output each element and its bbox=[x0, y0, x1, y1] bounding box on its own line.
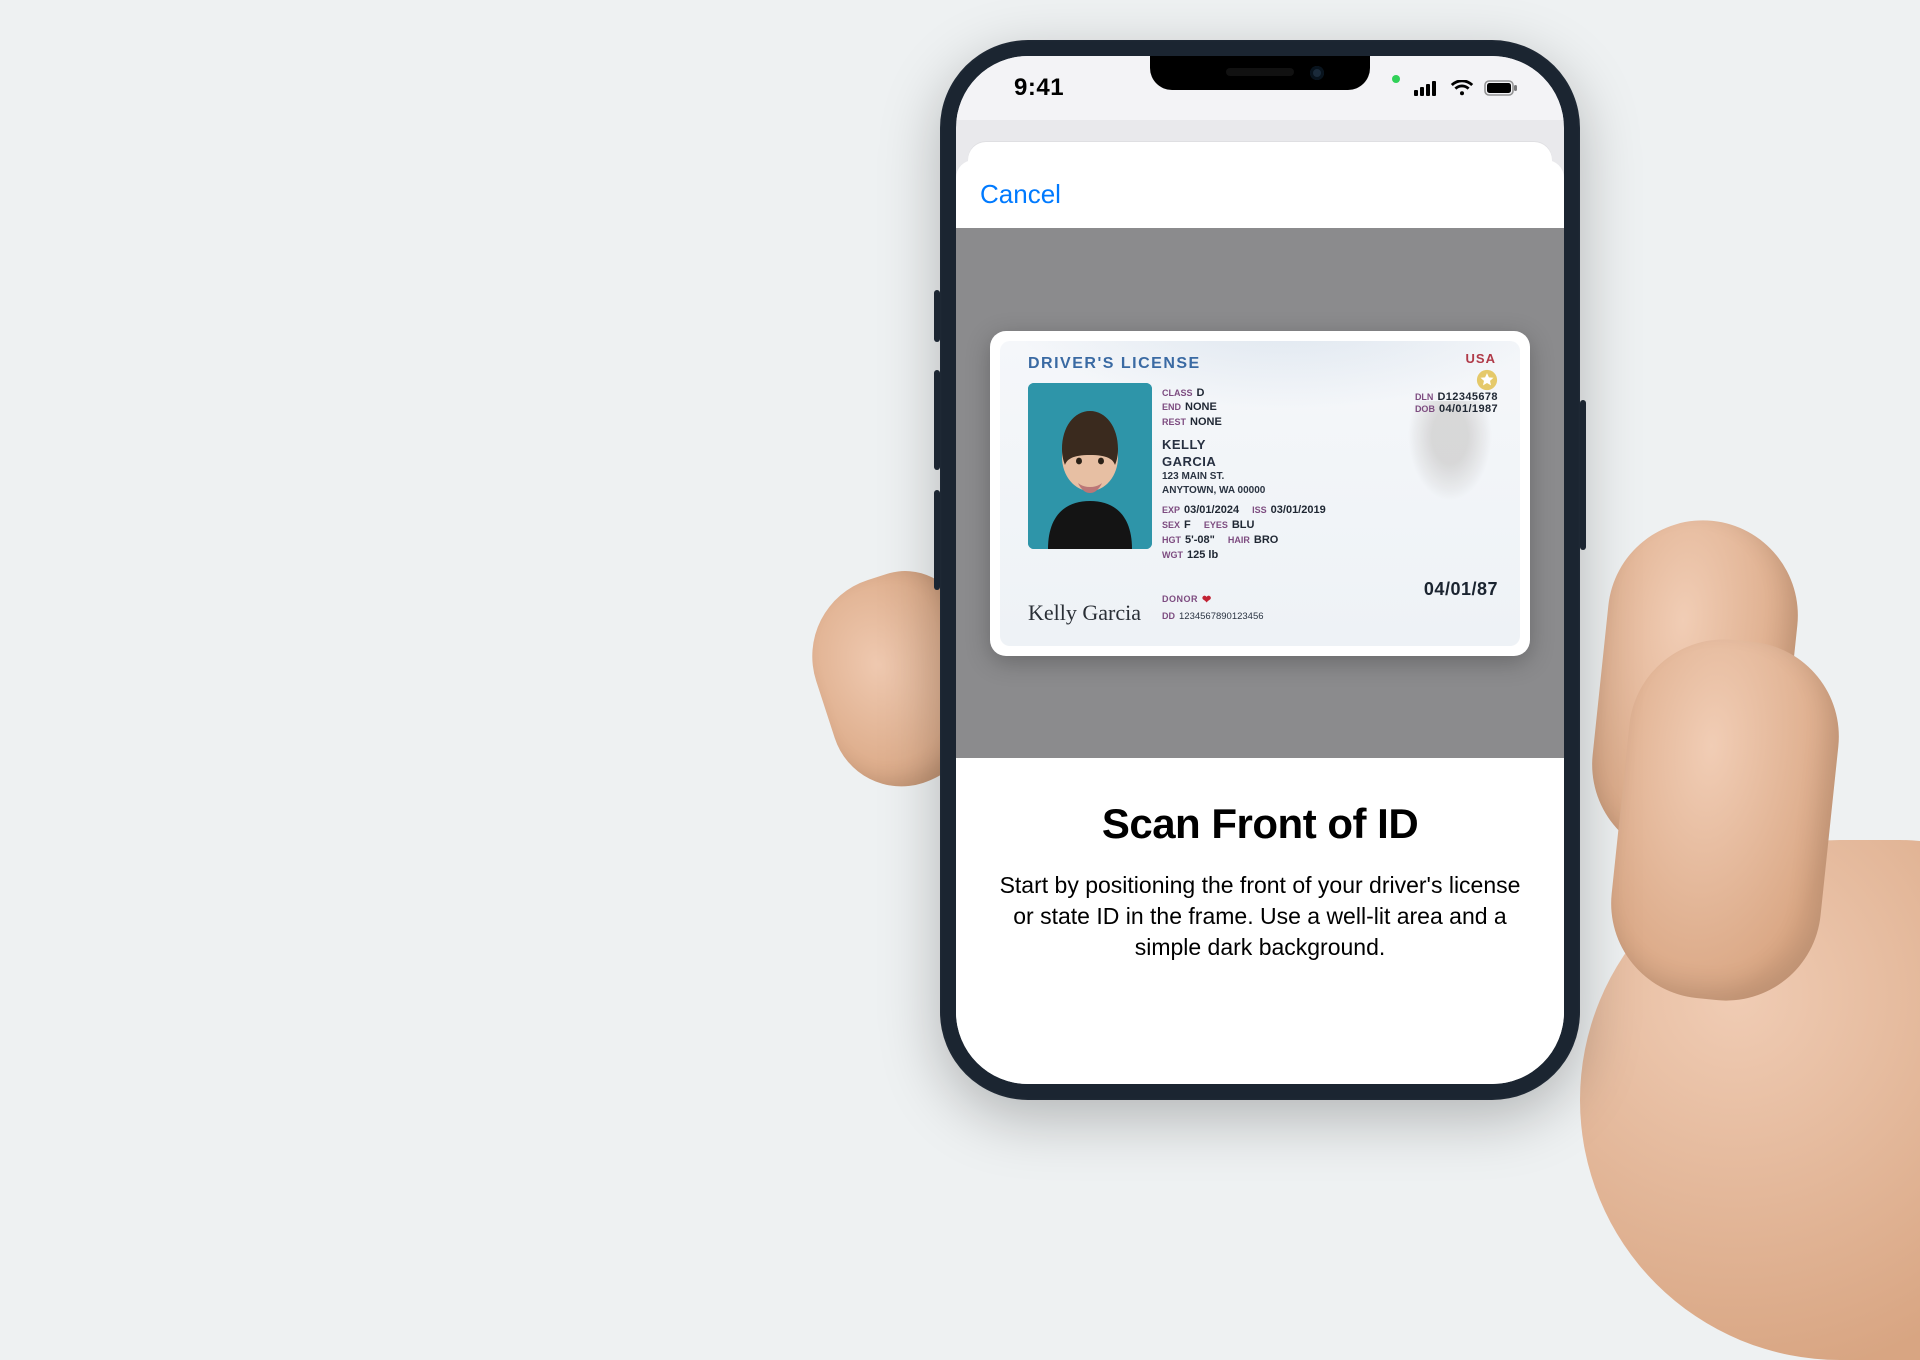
license-field-value: 04/01/1987 bbox=[1439, 403, 1498, 415]
license-field-value: D12345678 bbox=[1437, 391, 1498, 403]
license-field-label: EYES bbox=[1204, 520, 1228, 530]
phone-notch bbox=[1150, 56, 1370, 90]
license-large-dob: 04/01/87 bbox=[1424, 579, 1498, 600]
license-field-value: D bbox=[1197, 387, 1205, 399]
license-donor-label: DONOR bbox=[1162, 594, 1198, 604]
front-camera bbox=[1310, 66, 1324, 80]
license-field-value: F bbox=[1184, 519, 1191, 531]
license-field-label: SEX bbox=[1162, 520, 1180, 530]
heart-icon: ❤ bbox=[1202, 593, 1212, 606]
license-field-value: NONE bbox=[1185, 401, 1217, 413]
license-field-label: CLASS bbox=[1162, 388, 1193, 398]
license-field-value: BRO bbox=[1254, 534, 1278, 546]
license-field-label: HGT bbox=[1162, 535, 1181, 545]
license-signature: Kelly Garcia bbox=[1028, 600, 1141, 626]
id-scan-frame: DRIVER'S LICENSE USA bbox=[990, 331, 1530, 656]
license-address-line1: 123 MAIN ST. bbox=[1162, 471, 1326, 484]
phone-silence-switch bbox=[934, 290, 940, 342]
license-field-label: HAIR bbox=[1228, 535, 1250, 545]
license-name-first: GARCIA bbox=[1162, 454, 1326, 470]
camera-in-use-indicator-icon bbox=[1392, 75, 1400, 83]
license-field-label: DD bbox=[1162, 611, 1175, 621]
drivers-license-card: DRIVER'S LICENSE USA bbox=[1000, 341, 1520, 646]
phone-volume-up bbox=[934, 370, 940, 470]
cellular-signal-icon bbox=[1414, 80, 1440, 96]
license-field-label: REST bbox=[1162, 417, 1186, 427]
license-ghost-photo bbox=[1408, 401, 1492, 501]
license-country: USA bbox=[1466, 351, 1496, 366]
license-field-label: DOB bbox=[1415, 404, 1435, 414]
instruction-title: Scan Front of ID bbox=[996, 800, 1524, 848]
license-field-value: 03/01/2024 bbox=[1184, 504, 1239, 516]
license-address-line2: ANYTOWN, WA 00000 bbox=[1162, 485, 1326, 498]
instruction-body: Start by positioning the front of your d… bbox=[996, 870, 1524, 963]
license-title: DRIVER'S LICENSE bbox=[1028, 355, 1201, 373]
license-fields-left: CLASS D END NONE REST NONE KELLY GARCIA 123… bbox=[1162, 387, 1326, 564]
license-field-value: NONE bbox=[1190, 416, 1222, 428]
phone-volume-down bbox=[934, 490, 940, 590]
license-field-label: EXP bbox=[1162, 505, 1180, 515]
license-field-value: BLU bbox=[1232, 519, 1255, 531]
license-field-label: ISS bbox=[1252, 505, 1267, 515]
license-dd: DD 1234567890123456 bbox=[1162, 611, 1264, 622]
battery-icon bbox=[1484, 80, 1518, 96]
license-field-label: DLN bbox=[1415, 392, 1434, 402]
license-name-last: KELLY bbox=[1162, 437, 1326, 453]
earpiece-speaker bbox=[1226, 68, 1294, 76]
camera-viewfinder[interactable]: DRIVER'S LICENSE USA bbox=[956, 228, 1564, 758]
phone-power-button bbox=[1580, 400, 1586, 550]
license-field-value: 1234567890123456 bbox=[1179, 611, 1264, 622]
license-field-value: 03/01/2019 bbox=[1271, 504, 1326, 516]
wifi-icon bbox=[1450, 80, 1474, 96]
license-field-label: END bbox=[1162, 402, 1181, 412]
license-donor: DONOR ❤ bbox=[1162, 593, 1212, 606]
license-field-value: 5'-08" bbox=[1185, 534, 1215, 546]
phone-screen: 9:41 Cancel bbox=[956, 56, 1564, 1084]
status-time: 9:41 bbox=[992, 74, 1064, 102]
real-id-star-icon bbox=[1476, 369, 1498, 391]
cancel-button[interactable]: Cancel bbox=[980, 179, 1061, 210]
license-fields-right: DLND12345678 DOB 04/01/1987 bbox=[1415, 391, 1498, 415]
license-photo bbox=[1028, 383, 1152, 549]
instruction-section: Scan Front of ID Start by positioning th… bbox=[956, 758, 1564, 963]
license-field-label: WGT bbox=[1162, 550, 1183, 560]
sheet-header: Cancel bbox=[956, 160, 1564, 228]
license-field-value: 125 lb bbox=[1187, 549, 1218, 561]
phone-frame: 9:41 Cancel bbox=[940, 40, 1580, 1100]
scan-id-sheet: Cancel DRIVER'S LICENSE USA bbox=[956, 160, 1564, 1084]
